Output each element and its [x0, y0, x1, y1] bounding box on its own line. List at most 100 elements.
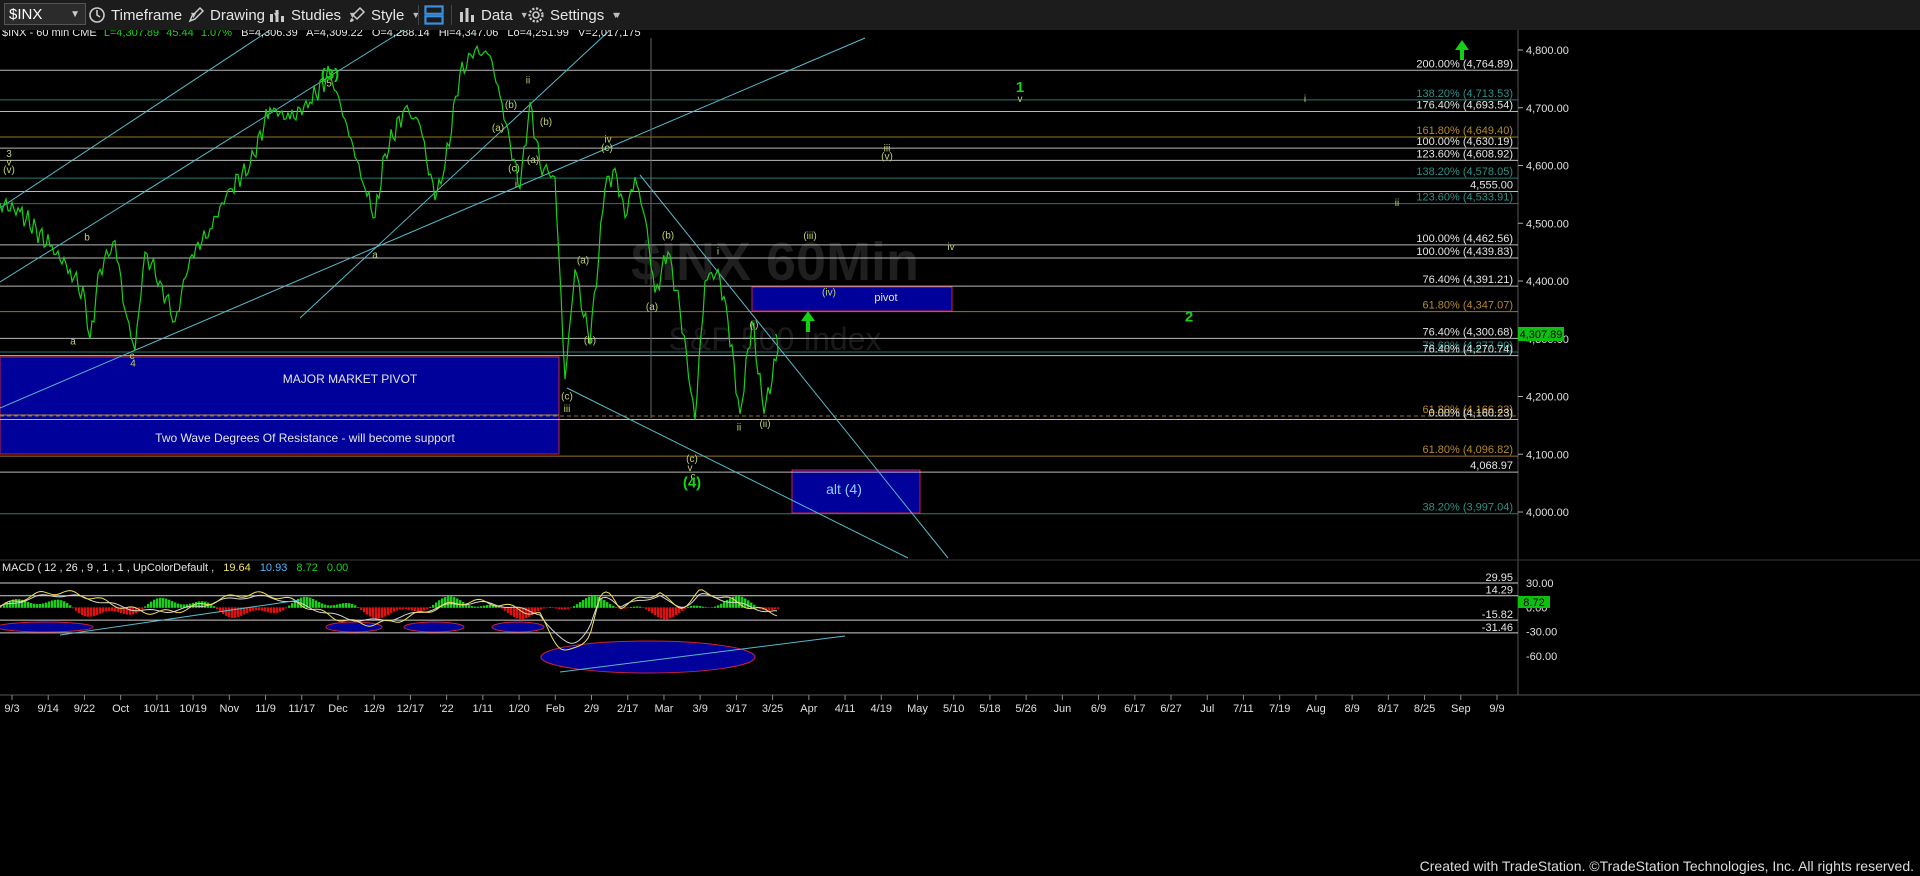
symbol-selector[interactable]: $INX ▼ [4, 3, 86, 25]
major-pivot-label: MAJOR MARKET PIVOT [283, 372, 418, 386]
macd-value3: 8.72 [296, 562, 317, 574]
macd-bar [75, 607, 78, 611]
macd-bar [714, 606, 717, 608]
macd-bar [105, 607, 108, 612]
fib-label: 4,068.97 [1470, 460, 1513, 472]
data-button[interactable]: Data ▼ [458, 4, 529, 26]
macd-bar [309, 597, 312, 608]
style-button[interactable]: Style ▼ [348, 4, 420, 26]
header-symbol: $INX - 60 min CME [2, 30, 97, 39]
fib-label: 76.40% (4,270.74) [1422, 344, 1513, 356]
macd-bar [327, 605, 330, 608]
pivot-box[interactable]: pivot [751, 286, 953, 312]
price-chart[interactable]: $INX 60Min S&P 500 Index MAJOR MARKET PI… [0, 30, 1920, 876]
price-tick-label: 4,000.00 [1526, 507, 1569, 519]
macd-bar [90, 607, 93, 617]
alt-4-box[interactable]: alt (4) [791, 469, 921, 514]
macd-bar [342, 603, 345, 608]
macd-bar [216, 607, 219, 610]
time-tick-label: 7/19 [1269, 703, 1290, 715]
time-tick-label: 4/11 [835, 703, 856, 715]
macd-bar [33, 603, 36, 608]
wave-label: ii [737, 423, 741, 434]
macd-bar [561, 607, 564, 610]
macd-bar [477, 606, 480, 608]
time-tick-label: 9/9 [1489, 703, 1504, 715]
macd-bar [606, 602, 609, 608]
macd-bar [387, 607, 390, 615]
layout-icon [424, 5, 444, 25]
layout-button[interactable] [423, 4, 450, 26]
macd-bar [777, 607, 780, 609]
macd-level-label: 14.29 [1485, 585, 1513, 597]
macd-bar [111, 607, 114, 611]
fib-label: 38.20% (3,997.04) [1422, 502, 1513, 514]
macd-bar [510, 607, 513, 616]
macd-bar [258, 607, 261, 611]
clock-icon [89, 7, 105, 23]
time-tick-label: 3/17 [726, 703, 747, 715]
wave-label: a [372, 250, 378, 261]
macd-bar [594, 596, 597, 608]
wave-label: (4) [683, 475, 701, 492]
footer-credit: Created with TradeStation. ©TradeStation… [1419, 858, 1914, 874]
wave-label: b [84, 233, 90, 244]
macd-bar [669, 607, 672, 619]
wave-label: (a) [646, 302, 658, 313]
time-tick-label: Nov [220, 703, 240, 715]
fib-label: 100.00% (4,462.56) [1416, 233, 1513, 245]
macd-bar [39, 603, 42, 608]
macd-tick-label: -30.00 [1526, 627, 1557, 639]
macd-bar [147, 603, 150, 608]
macd-bar [633, 606, 636, 608]
macd-bar [345, 602, 348, 608]
header-last: L=4,307.89 [104, 30, 159, 39]
drawing-button[interactable]: Drawing ▼ [187, 4, 281, 26]
header-low: Lo=4,251.99 [507, 30, 568, 39]
time-tick-label: 3/25 [762, 703, 783, 715]
macd-bar [153, 599, 156, 608]
macd-bar [264, 607, 267, 612]
macd-bar [687, 606, 690, 608]
time-tick-label: Jun [1053, 703, 1071, 715]
macd-bar [540, 607, 543, 610]
macd-bar [768, 607, 771, 611]
macd-bar [402, 607, 405, 610]
time-tick-label: 5/26 [1015, 703, 1036, 715]
macd-bar [162, 597, 165, 608]
time-tick-label: May [907, 703, 928, 715]
macd-bar [54, 599, 57, 608]
header-volume: V=2,017,175 [578, 30, 641, 39]
macd-header: MACD ( 12 , 26 , 9 , 1 , 1 , UpColorDefa… [2, 562, 348, 574]
macd-bar [378, 607, 381, 619]
fib-label: 100.00% (4,439.83) [1416, 246, 1513, 258]
toolbar: $INX ▼ Timeframe ▼ Drawing ▼ Studies ▼ S… [0, 0, 1920, 31]
wave-label: (iv) [822, 287, 836, 298]
macd-bar [96, 607, 99, 615]
major-market-pivot-box[interactable]: MAJOR MARKET PIVOT Two Wave Degrees Of R… [0, 356, 560, 455]
chevron-down-icon: ▼ [70, 9, 80, 20]
macd-bar [336, 604, 339, 608]
macd-bar [537, 607, 540, 612]
macd-bar [582, 599, 585, 608]
wave-label: i [717, 246, 719, 257]
macd-bar [36, 604, 39, 608]
macd-bar [645, 607, 648, 610]
wave-label: (c) [601, 143, 613, 154]
timeframe-button[interactable]: Timeframe ▼ [88, 4, 198, 26]
header-open: O=4,288.14 [372, 30, 430, 39]
macd-value1: 19.64 [223, 562, 251, 574]
macd-bar [129, 607, 132, 615]
wave-label: (a) [527, 155, 539, 166]
macd-bar [717, 605, 720, 608]
fib-label: 176.40% (4,693.54) [1416, 99, 1513, 111]
macd-bar [9, 600, 12, 608]
more-button[interactable]: ▼ [606, 4, 622, 26]
macd-bar [372, 607, 375, 618]
macd-bar [351, 603, 354, 608]
wave-label: (ii) [759, 419, 770, 430]
fib-label: 100.00% (4,630.19) [1416, 136, 1513, 148]
macd-bar [399, 607, 402, 610]
studies-button[interactable]: Studies ▼ [268, 4, 357, 26]
macd-bar [705, 607, 708, 608]
